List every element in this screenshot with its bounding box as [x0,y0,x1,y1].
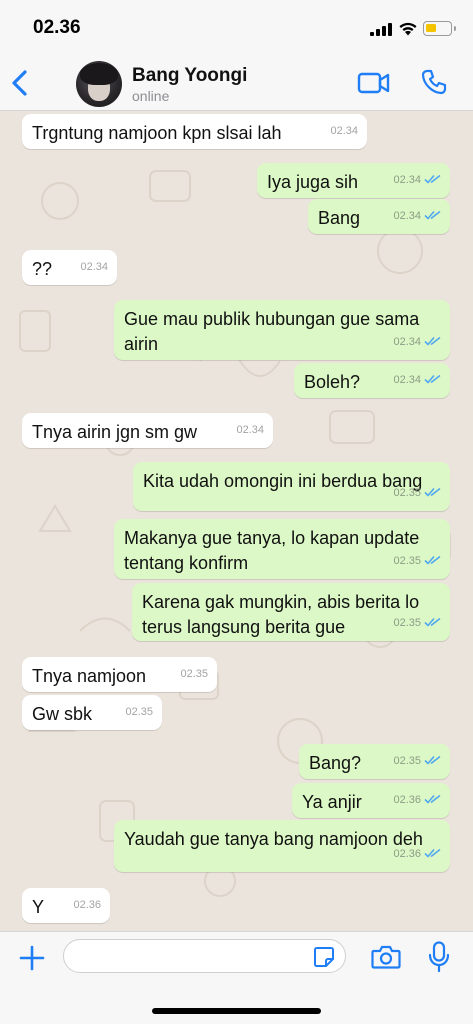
message-time: 02.35 [393,755,421,767]
read-ticks-icon [424,794,441,804]
message-bubble-incoming[interactable]: Tnya namjoon 02.35 [22,657,217,692]
read-ticks-icon [424,487,441,497]
chat-screen: 02.36 Bang Yoongi online Trgntung namjoo… [0,0,473,1024]
message-bubble-outgoing[interactable]: Makanya gue tanya, lo kapan update tenta… [114,519,450,579]
read-ticks-icon [424,555,441,565]
message-time: 02.35 [393,487,421,499]
message-bubble-outgoing[interactable]: Gue mau publik hubungan gue sama airin 0… [114,300,450,360]
message-time: 02.34 [393,210,421,222]
wifi-icon [399,22,417,36]
contact-name[interactable]: Bang Yoongi [132,65,247,87]
message-bubble-incoming[interactable]: ?? 02.34 [22,250,117,285]
message-bubble-outgoing[interactable]: Yaudah gue tanya bang namjoon deh 02.36 [114,820,450,872]
message-bubble-outgoing[interactable]: Bang? 02.35 [299,744,450,779]
message-time: 02.35 [180,668,208,680]
message-bubble-incoming[interactable]: Tnya airin jgn sm gw 02.34 [22,413,273,448]
message-list[interactable]: Trgntung namjoon kpn slsai lah 02.34 Iya… [0,111,473,931]
read-ticks-icon [424,755,441,765]
message-bubble-outgoing[interactable]: Ya anjir 02.36 [292,783,450,818]
message-time: 02.35 [125,706,153,718]
message-time: 02.36 [73,899,101,911]
message-bubble-outgoing[interactable]: Boleh? 02.34 [294,363,450,398]
read-ticks-icon [424,174,441,184]
message-text: Bang? [309,753,362,773]
camera-icon[interactable] [371,944,401,970]
read-ticks-icon [424,617,441,627]
message-time: 02.34 [330,125,358,137]
plus-icon[interactable] [18,944,46,972]
status-time: 02.36 [33,17,81,38]
message-bubble-incoming[interactable]: Y 02.36 [22,888,110,923]
message-text: Yaudah gue tanya bang namjoon deh [124,829,423,849]
message-time: 02.35 [393,617,421,629]
message-bubble-incoming[interactable]: Gw sbk 02.35 [22,695,162,730]
cellular-signal-icon [370,23,392,36]
message-time: 02.36 [393,848,421,860]
message-input[interactable] [63,939,346,973]
message-bubble-outgoing[interactable]: Karena gak mungkin, abis berita lo terus… [132,583,450,641]
read-ticks-icon [424,336,441,346]
message-text: Tnya namjoon [32,666,147,686]
composer-bar [0,931,473,1024]
message-time: 02.34 [80,261,108,273]
video-call-icon[interactable] [357,70,391,96]
contact-avatar[interactable] [76,61,122,107]
message-text: Gw sbk [32,704,93,724]
contact-status: online [132,88,170,104]
message-time: 02.34 [393,336,421,348]
message-time: 02.34 [236,424,264,436]
back-chevron-icon[interactable] [8,66,32,100]
read-ticks-icon [424,374,441,384]
message-bubble-outgoing[interactable]: Bang 02.34 [308,199,450,234]
home-indicator [152,1008,321,1014]
message-text: Boleh? [304,372,361,392]
status-bar: 02.36 [0,0,473,56]
message-time: 02.34 [393,174,421,186]
message-text: Iya juga sih [267,172,359,192]
sticker-icon[interactable] [313,946,335,968]
battery-icon [423,21,456,36]
message-text: Bang [318,208,361,228]
message-bubble-incoming[interactable]: Trgntung namjoon kpn slsai lah 02.34 [22,114,367,149]
read-ticks-icon [424,210,441,220]
phone-call-icon[interactable] [420,68,448,96]
message-time: 02.35 [393,555,421,567]
message-time: 02.36 [393,794,421,806]
message-text: Trgntung namjoon kpn slsai lah [32,123,282,143]
chat-header: Bang Yoongi online [0,56,473,111]
message-text: Ya anjir [302,792,362,812]
message-bubble-outgoing[interactable]: Iya juga sih 02.34 [257,163,450,198]
message-text: Tnya airin jgn sm gw [32,422,198,442]
message-text: Kita udah omongin ini berdua bang [143,471,423,491]
microphone-icon[interactable] [428,941,450,973]
message-text: Y [32,897,45,917]
read-ticks-icon [424,848,441,858]
message-bubble-outgoing[interactable]: Kita udah omongin ini berdua bang 02.35 [133,462,450,511]
message-text: ?? [32,259,53,279]
message-time: 02.34 [393,374,421,386]
